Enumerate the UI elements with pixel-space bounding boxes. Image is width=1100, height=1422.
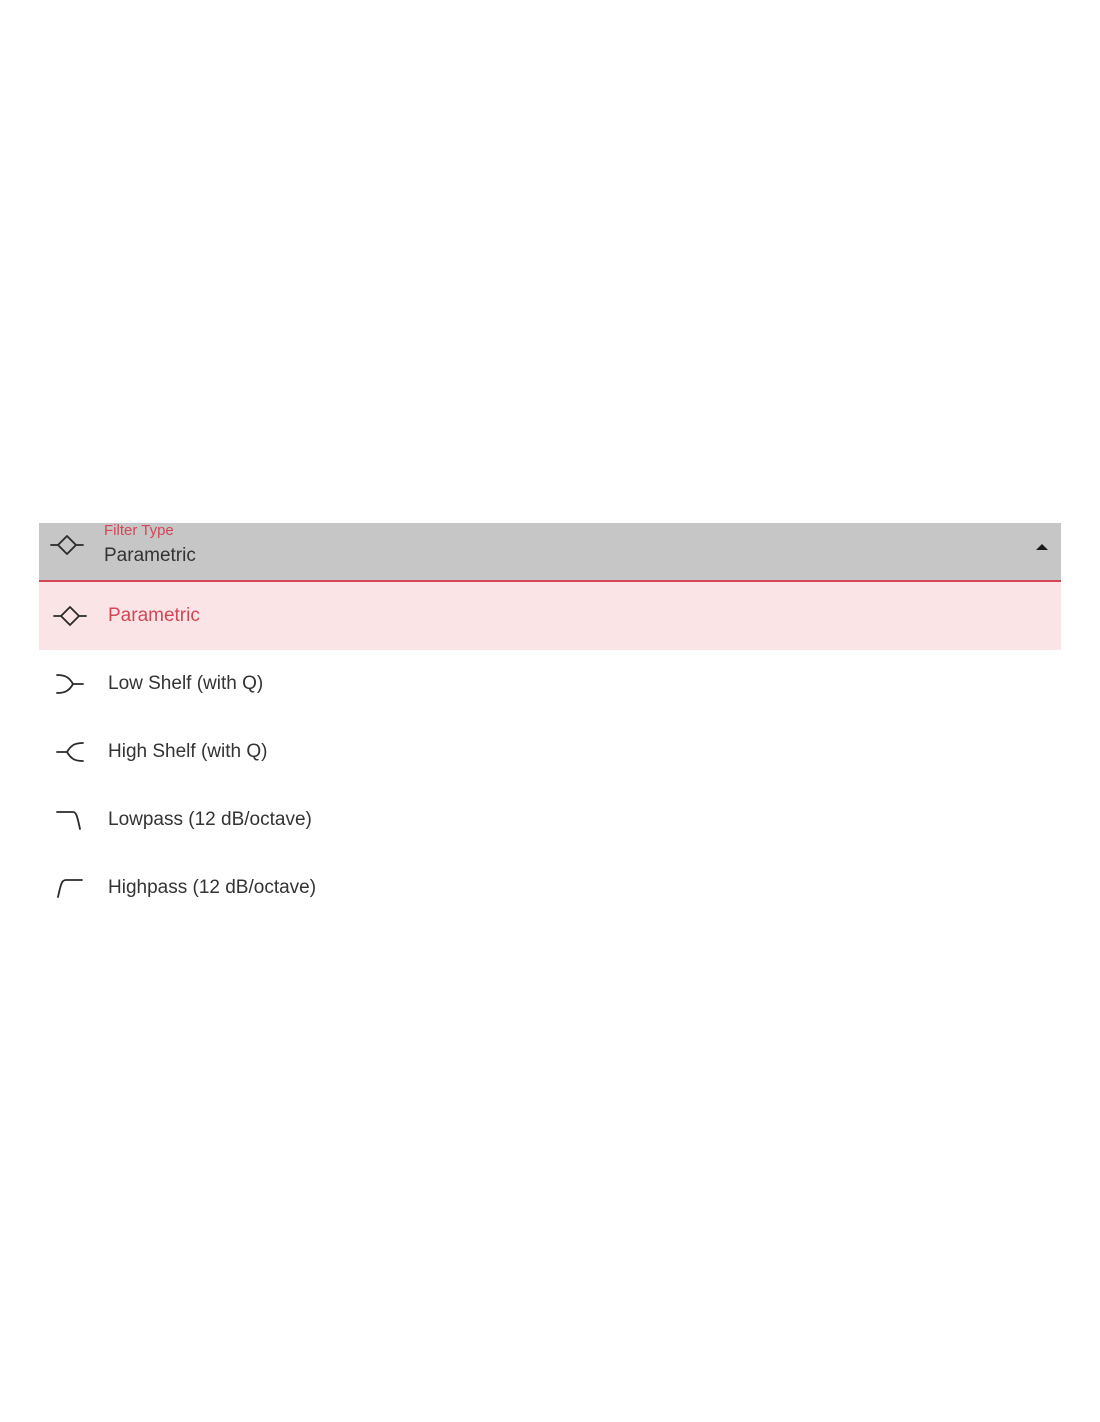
menu-item-low-shelf[interactable]: Low Shelf (with Q) [39, 650, 1061, 718]
filter-type-select: Filter Type Parametric Parametric Low Sh… [39, 523, 1061, 922]
menu-item-parametric[interactable]: Parametric [39, 582, 1061, 650]
menu-item-label: Parametric [108, 605, 200, 626]
menu-item-label: Lowpass (12 dB/octave) [108, 809, 312, 830]
parametric-filter-icon [53, 599, 87, 633]
low-shelf-filter-icon [53, 667, 87, 701]
menu-item-lowpass[interactable]: Lowpass (12 dB/octave) [39, 786, 1061, 854]
menu-item-high-shelf[interactable]: High Shelf (with Q) [39, 718, 1061, 786]
highpass-filter-icon [53, 871, 87, 905]
arrow-up-icon[interactable] [1035, 540, 1049, 552]
filter-type-menu: Parametric Low Shelf (with Q) High Shelf… [39, 582, 1061, 922]
menu-item-label: Low Shelf (with Q) [108, 673, 264, 694]
field-label: Filter Type [104, 522, 174, 539]
parametric-filter-icon [50, 528, 84, 562]
lowpass-filter-icon [53, 803, 87, 837]
high-shelf-filter-icon [53, 735, 87, 769]
menu-item-label: High Shelf (with Q) [108, 741, 268, 762]
menu-item-highpass[interactable]: Highpass (12 dB/octave) [39, 854, 1061, 922]
menu-item-label: Highpass (12 dB/octave) [108, 877, 317, 898]
filter-type-field[interactable]: Filter Type Parametric [39, 523, 1061, 582]
field-value: Parametric [104, 545, 196, 566]
